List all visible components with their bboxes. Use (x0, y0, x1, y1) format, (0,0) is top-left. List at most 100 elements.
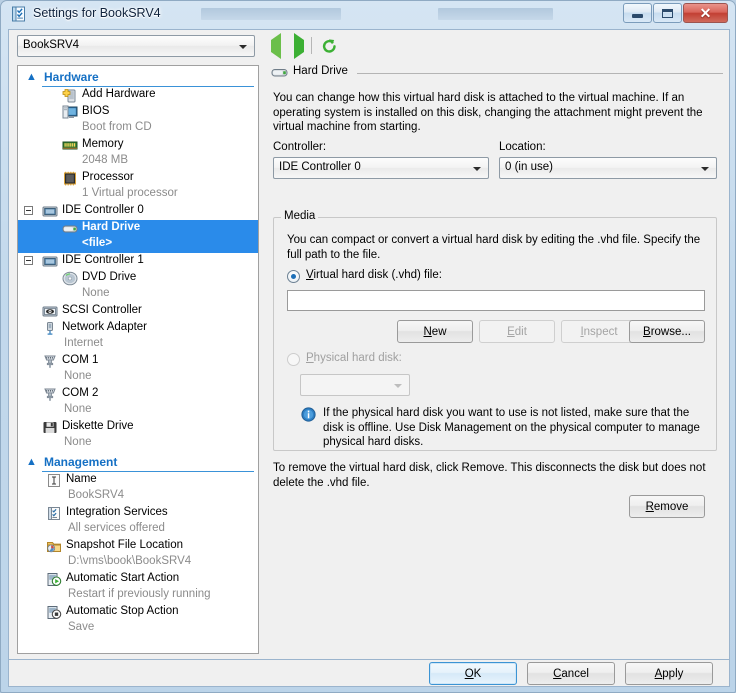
processor-icon (62, 171, 78, 186)
maximize-button[interactable] (653, 3, 682, 23)
vhd-radio[interactable] (287, 270, 300, 283)
tree-item-add-hardware[interactable]: Add Hardware (18, 87, 258, 104)
tree-item-label: Automatic Stop Action (66, 605, 179, 617)
physical-disk-info-text: If the physical hard disk you want to us… (323, 407, 700, 448)
chevron-down-icon (473, 167, 481, 171)
heading-divider (357, 73, 723, 74)
tree-item-ide-controller-1[interactable]: IDE Controller 1 (18, 253, 258, 270)
inspect-button: Inspect (561, 320, 637, 343)
media-description: You can compact or convert a virtual har… (287, 234, 701, 261)
info-icon (301, 407, 316, 422)
arrow-right-icon (294, 33, 304, 59)
pane-heading: Hard Drive (267, 65, 723, 83)
tree-item-label: COM 1 (62, 354, 99, 366)
tree-group-hardware[interactable]: ▲ Hardware (18, 69, 258, 87)
tree-item-integration-services-sub: All services offered (18, 522, 258, 538)
tree-item-automatic-start-action[interactable]: Automatic Start Action (18, 571, 258, 588)
minimize-button[interactable] (623, 3, 652, 23)
tree-item-memory-sub: 2048 MB (18, 154, 258, 170)
tree-item-label: BIOS (82, 105, 110, 117)
inspect-button-label: Inspect (580, 325, 618, 338)
back-button[interactable] (271, 33, 287, 59)
tree-item-label: Memory (82, 138, 124, 150)
tree-item-sublabel: Save (68, 621, 95, 633)
tree-item-network-adapter[interactable]: Network Adapter (18, 320, 258, 337)
tree-item-ide-controller-0[interactable]: IDE Controller 0 (18, 203, 258, 220)
refresh-icon (322, 39, 336, 53)
tree-item-dvd-drive-sub: None (18, 287, 258, 303)
tree-item-sublabel: Restart if previously running (68, 588, 211, 600)
remove-button-label: Remove (645, 500, 689, 513)
dialog-footer: OK Cancel Apply (8, 660, 730, 687)
ok-button-label: OK (464, 667, 482, 680)
location-select[interactable]: 0 (in use) (499, 157, 717, 179)
close-icon: ✕ (699, 5, 712, 21)
remove-button[interactable]: Remove (629, 495, 705, 518)
tree-item-label: Network Adapter (62, 321, 148, 333)
cancel-button-label: Cancel (553, 667, 589, 680)
chevron-down-icon (239, 45, 247, 49)
tree-item-label: COM 2 (62, 387, 99, 399)
tree-item-memory[interactable]: Memory (18, 137, 258, 154)
auto-start-icon (46, 572, 62, 587)
tree-item-sublabel: D:\vms\book\BookSRV4 (68, 555, 192, 567)
controller-value: IDE Controller 0 (279, 161, 361, 173)
expander-collapse-icon[interactable] (24, 256, 33, 265)
tree-item-snapshot-file-location[interactable]: Snapshot File Location (18, 538, 258, 555)
dialog-client-area: BookSRV4 ▲ Hardware Add Hardware BIOS Bo… (8, 29, 730, 660)
hard-drive-settings-pane: Hard Drive You can change how this virtu… (267, 65, 723, 654)
tree-item-dvd-drive[interactable]: DVD Drive (18, 270, 258, 287)
browse-button[interactable]: Browse... (629, 320, 705, 343)
settings-document-icon (11, 6, 28, 23)
tree-item-sublabel: Boot from CD (82, 121, 152, 133)
tree-item-com-2-sub: None (18, 403, 258, 419)
add-hardware-icon (62, 88, 78, 103)
tree-item-sublabel: None (64, 370, 92, 382)
minimize-icon (632, 14, 643, 18)
title-bar: Settings for BookSRV4 ✕ (1, 1, 735, 29)
tree-item-com-2[interactable]: COM 2 (18, 386, 258, 403)
tree-item-com-1[interactable]: COM 1 (18, 353, 258, 370)
arrow-left-icon (271, 33, 281, 59)
tree-item-label: SCSI Controller (62, 304, 142, 316)
chevron-up-icon: ▲ (26, 71, 37, 83)
edit-button: Edit (479, 320, 555, 343)
tree-item-sublabel: 2048 MB (82, 154, 129, 166)
window-controls: ✕ (622, 3, 728, 25)
tree-item-hard-drive[interactable]: Hard Drive (18, 220, 258, 237)
settings-tree[interactable]: ▲ Hardware Add Hardware BIOS Boot from C… (17, 65, 259, 654)
tree-item-automatic-stop-action[interactable]: Automatic Stop Action (18, 604, 258, 621)
refresh-button[interactable] (321, 38, 338, 55)
tree-item-processor[interactable]: Processor (18, 170, 258, 187)
close-button[interactable]: ✕ (683, 3, 728, 23)
chevron-up-icon: ▲ (26, 456, 37, 468)
new-button-label: New (423, 325, 447, 338)
tree-item-bios[interactable]: BIOS (18, 104, 258, 121)
tree-item-label: Name (66, 473, 97, 485)
apply-button[interactable]: Apply (625, 662, 713, 685)
pane-description: You can change how this virtual hard dis… (273, 92, 703, 133)
bios-icon (62, 105, 78, 120)
tree-item-name[interactable]: Name (18, 472, 258, 489)
auto-stop-icon (46, 605, 62, 620)
remove-description: To remove the virtual hard disk, click R… (273, 462, 706, 489)
snapshot-folder-icon (46, 539, 62, 554)
browse-button-label: Browse... (643, 325, 691, 338)
hard-drive-icon (62, 221, 78, 236)
tree-item-scsi-controller[interactable]: SCSI Controller (18, 303, 258, 320)
cancel-button[interactable]: Cancel (527, 662, 615, 685)
expander-collapse-icon[interactable] (24, 206, 33, 215)
vhd-path-input[interactable] (287, 290, 705, 311)
ok-button[interactable]: OK (429, 662, 517, 685)
tree-group-management[interactable]: ▲ Management (18, 454, 258, 472)
controller-select[interactable]: IDE Controller 0 (273, 157, 489, 179)
diskette-drive-icon (42, 420, 58, 435)
forward-button[interactable] (294, 33, 310, 59)
tree-item-integration-services[interactable]: Integration Services (18, 505, 258, 522)
toolbar: BookSRV4 (9, 30, 729, 63)
settings-window: Settings for BookSRV4 ✕ BookSRV4 ▲ Hardw… (0, 0, 736, 693)
vm-selector[interactable]: BookSRV4 (17, 35, 255, 57)
new-button[interactable]: New (397, 320, 473, 343)
tree-item-diskette-drive[interactable]: Diskette Drive (18, 419, 258, 436)
tree-item-label: Integration Services (66, 506, 168, 518)
